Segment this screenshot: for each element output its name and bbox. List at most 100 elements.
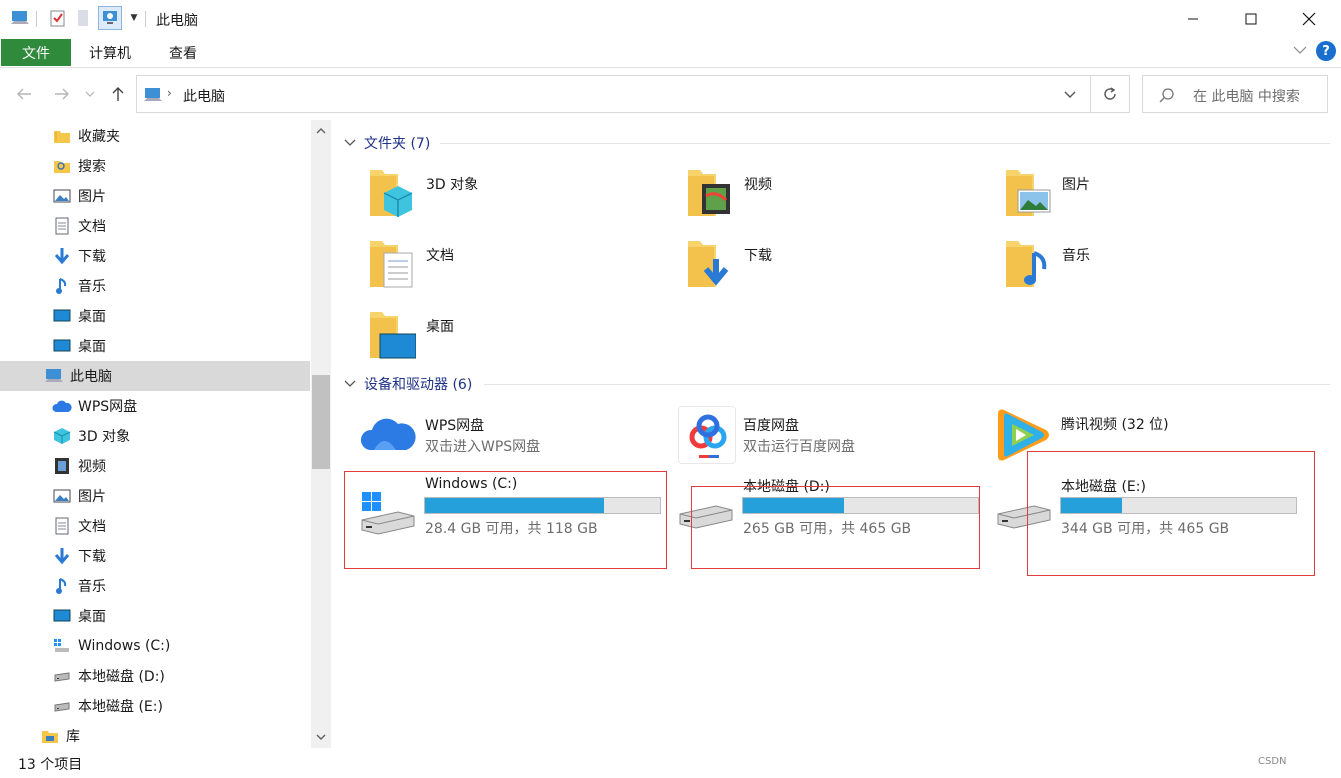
search-input[interactable]: 在 此电脑 中搜索 (1142, 75, 1328, 113)
sidebar-item-documents[interactable]: 文档 (0, 211, 310, 241)
new-folder-icon[interactable] (73, 8, 93, 28)
maximize-button[interactable] (1222, 0, 1280, 38)
folder-label: 视频 (744, 177, 772, 193)
minimize-button[interactable] (1164, 0, 1222, 38)
folder-3d-objects[interactable]: 3D 对象 (368, 166, 668, 226)
sidebar-scroll-thumb[interactable] (312, 375, 330, 469)
sidebar-item-label: 本地磁盘 (E:) (78, 699, 163, 715)
expand-ribbon-chevron-icon[interactable] (1292, 44, 1308, 60)
folder-music[interactable]: 音乐 (1004, 237, 1304, 297)
search-icon (1159, 87, 1175, 107)
highlight-box-c (344, 471, 667, 569)
sidebar-item-desktop-2[interactable]: 桌面 (0, 331, 310, 361)
devices-group-header[interactable]: 设备和驱动器 (6) (344, 372, 472, 396)
sidebar-item-drive-e[interactable]: 本地磁盘 (E:) (0, 691, 310, 721)
pictures-icon (52, 186, 72, 206)
sidebar-item-label: 音乐 (78, 279, 106, 295)
3d-objects-folder-icon (368, 166, 416, 220)
sidebar-item-music[interactable]: 音乐 (0, 271, 310, 301)
sidebar-item-pictures[interactable]: 图片 (0, 181, 310, 211)
folder-videos[interactable]: 视频 (686, 166, 986, 226)
scroll-down-icon[interactable] (312, 728, 330, 746)
navigation-pane: 收藏夹 搜索 图片 文档 下载 音乐 桌面 桌面 此电脑 WPS网盘 3D 对象 (0, 120, 332, 748)
folder-documents[interactable]: 文档 (368, 237, 668, 297)
sidebar-item-videos[interactable]: 视频 (0, 451, 310, 481)
help-icon[interactable]: ? (1316, 41, 1336, 61)
sidebar-item-label: 下载 (78, 549, 106, 565)
sidebar-item-documents-2[interactable]: 文档 (0, 511, 310, 541)
documents-icon (52, 216, 72, 236)
sidebar-item-downloads[interactable]: 下载 (0, 241, 310, 271)
close-button[interactable] (1280, 0, 1338, 38)
status-bar: 13 个项目 CSDN (0, 748, 1341, 778)
this-pc-icon (143, 86, 163, 108)
music-icon (52, 576, 72, 596)
folder-label: 音乐 (1062, 248, 1090, 264)
sidebar-item-drive-c[interactable]: Windows (C:) (0, 631, 310, 661)
folders-group-title: 文件夹 (7) (364, 136, 431, 152)
sidebar-item-label: 桌面 (78, 609, 106, 625)
sidebar-item-wps-cloud[interactable]: WPS网盘 (0, 391, 310, 421)
recent-locations-chevron-icon[interactable] (82, 82, 98, 106)
sidebar-item-this-pc[interactable]: 此电脑 (0, 361, 310, 391)
sidebar-item-pictures-2[interactable]: 图片 (0, 481, 310, 511)
documents-icon (52, 516, 72, 536)
folder-pictures[interactable]: 图片 (1004, 166, 1304, 226)
app-wps-cloud[interactable]: WPS网盘 双击进入WPS网盘 (360, 406, 660, 462)
group-divider (440, 143, 1330, 144)
sidebar-item-desktop-3[interactable]: 桌面 (0, 601, 310, 631)
sidebar-item-desktop[interactable]: 桌面 (0, 301, 310, 331)
folder-downloads[interactable]: 下载 (686, 237, 986, 297)
sidebar-item-label: 图片 (78, 489, 106, 505)
tab-computer[interactable]: 计算机 (76, 39, 144, 66)
computer-properties-icon[interactable] (98, 6, 122, 30)
address-bar[interactable]: › 此电脑 (136, 75, 1091, 113)
sidebar-item-label: 视频 (78, 459, 106, 475)
item-count: 13 个项目 (18, 757, 83, 773)
sidebar-item-search[interactable]: 搜索 (0, 151, 310, 181)
sidebar-item-drive-d[interactable]: 本地磁盘 (D:) (0, 661, 310, 691)
window-title: 此电脑 (156, 13, 198, 29)
pictures-icon (52, 486, 72, 506)
ribbon-tabs: 文件 计算机 查看 ? (0, 38, 1341, 68)
star-folder-icon (52, 126, 72, 146)
tab-file[interactable]: 文件 (1, 39, 71, 66)
back-button[interactable] (12, 82, 36, 106)
video-icon (52, 456, 72, 476)
divider (145, 11, 146, 27)
sidebar-item-label: 图片 (78, 189, 106, 205)
address-history-chevron-icon[interactable] (1063, 88, 1077, 104)
highlight-box-e (1027, 451, 1315, 576)
app-name: 腾讯视频 (32 位) (1061, 417, 1169, 433)
this-pc-icon (44, 366, 64, 386)
library-icon (40, 726, 60, 746)
collapse-chevron-icon (344, 139, 356, 146)
sidebar-item-libraries[interactable]: 库 (0, 721, 310, 751)
refresh-button[interactable] (1090, 75, 1130, 113)
sidebar-item-label: 文档 (78, 219, 106, 235)
folder-desktop[interactable]: 桌面 (368, 308, 668, 368)
divider (36, 11, 37, 27)
customize-toolbar-chevron-icon[interactable]: ▼ (124, 8, 144, 28)
folders-group-header[interactable]: 文件夹 (7) (344, 131, 430, 155)
sidebar-item-label: 收藏夹 (78, 129, 120, 145)
download-icon (52, 546, 72, 566)
sidebar-item-music-2[interactable]: 音乐 (0, 571, 310, 601)
tab-view[interactable]: 查看 (156, 39, 210, 66)
sidebar-item-3d-objects[interactable]: 3D 对象 (0, 421, 310, 451)
sidebar-item-downloads-2[interactable]: 下载 (0, 541, 310, 571)
scroll-up-icon[interactable] (312, 122, 330, 140)
sidebar-item-label: 文档 (78, 519, 106, 535)
group-divider (484, 384, 1330, 385)
sidebar-item-favorites[interactable]: 收藏夹 (0, 121, 310, 151)
app-subtitle: 双击进入WPS网盘 (425, 439, 541, 455)
breadcrumb-this-pc[interactable]: 此电脑 (183, 86, 225, 106)
properties-icon[interactable] (48, 8, 68, 28)
app-name: WPS网盘 (425, 418, 485, 434)
watermark: CSDN (1258, 756, 1287, 767)
breadcrumb-separator-icon[interactable]: › (167, 86, 172, 100)
baidu-netdisk-icon (678, 406, 736, 464)
app-baidu-netdisk[interactable]: 百度网盘 双击运行百度网盘 (678, 406, 978, 464)
forward-button[interactable] (50, 82, 74, 106)
up-button[interactable] (106, 82, 130, 106)
